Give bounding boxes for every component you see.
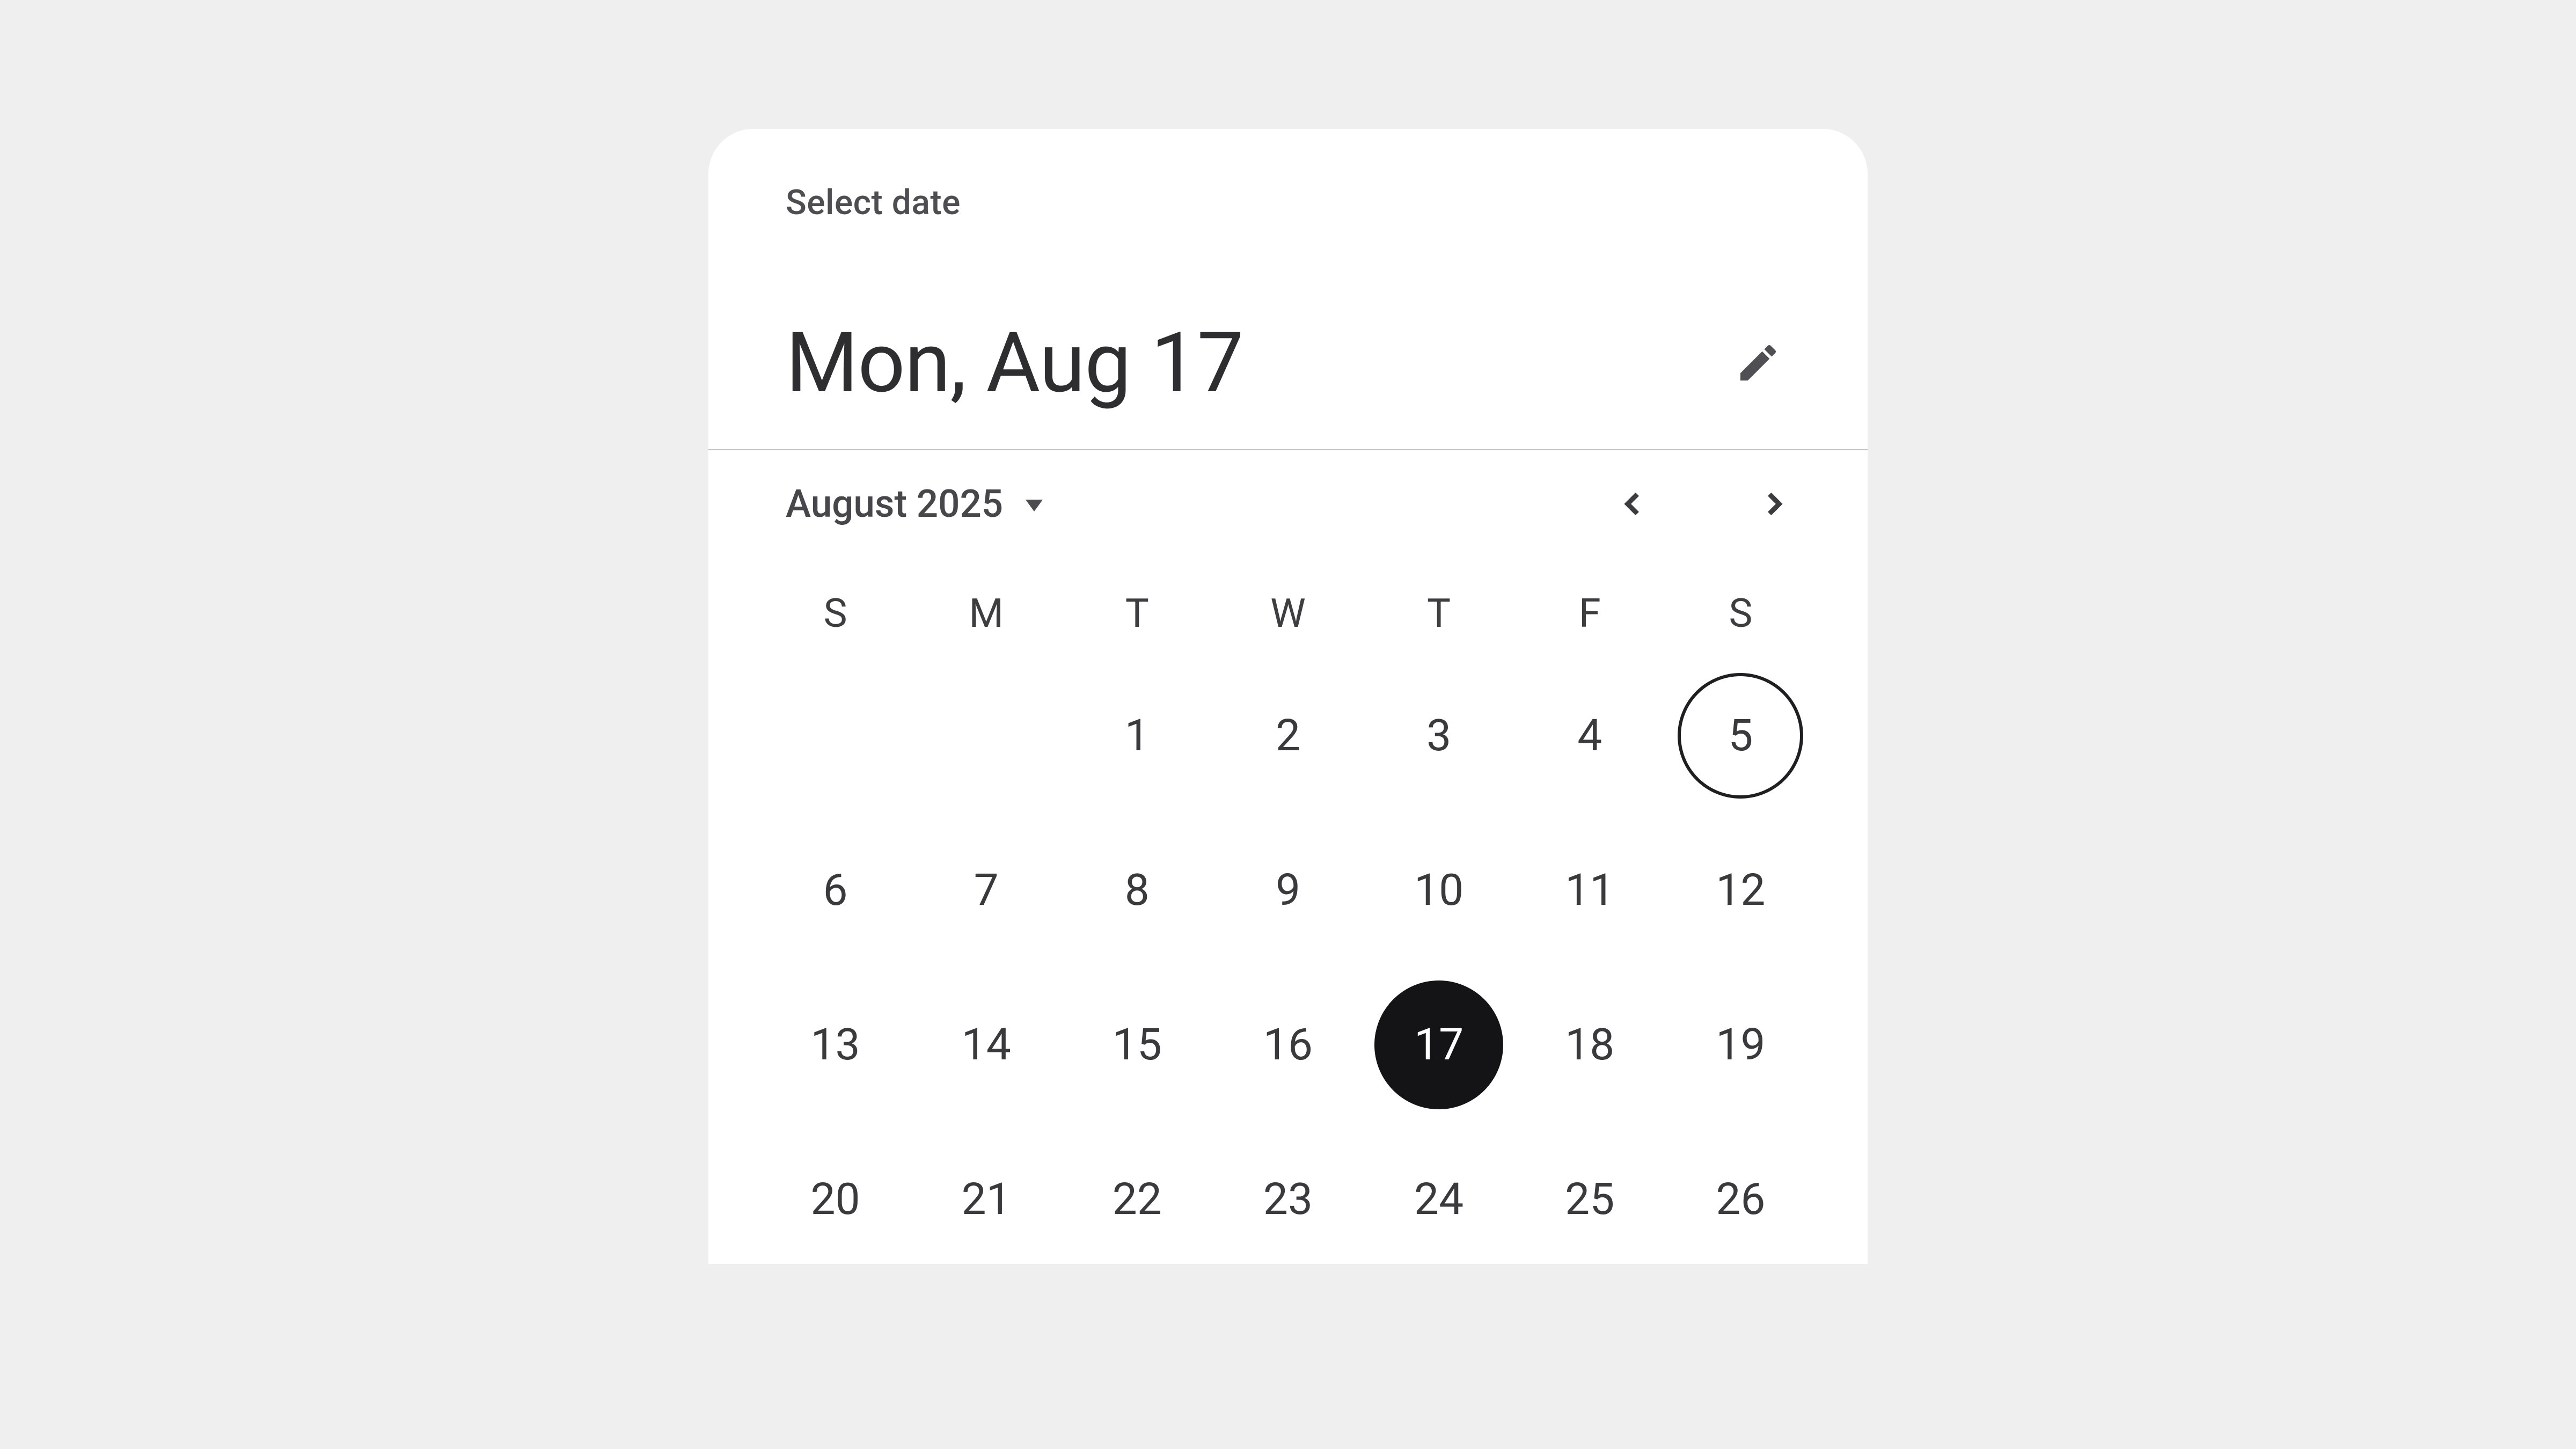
calendar-day[interactable]: 11 [1525, 826, 1654, 955]
calendar-day-number: 20 [810, 1174, 860, 1225]
supertitle: Select date [786, 182, 1790, 223]
calendar-day[interactable]: 6 [771, 826, 900, 955]
calendar-day-number: 2 [1276, 710, 1300, 762]
calendar-day[interactable]: 20 [771, 1135, 900, 1264]
calendar-day[interactable]: 23 [1224, 1135, 1352, 1264]
calendar-day-number: 1 [1125, 710, 1150, 762]
calendar-day-number: 11 [1565, 865, 1614, 916]
calendar-day-number: 19 [1716, 1019, 1765, 1071]
calendar-day-number: 22 [1113, 1174, 1162, 1225]
calendar-day-number: 26 [1716, 1174, 1765, 1225]
calendar-day-number: 3 [1426, 710, 1451, 762]
calendar-day[interactable]: 24 [1374, 1135, 1503, 1264]
day-of-week-header: T [1062, 581, 1212, 646]
selected-date-headline: Mon, Aug 17 [786, 314, 1243, 412]
chevron-left-icon [1619, 489, 1648, 518]
calendar-day-number: 9 [1276, 865, 1300, 916]
calendar-day-number: 14 [962, 1019, 1011, 1071]
calendar-day[interactable]: 2 [1224, 671, 1352, 800]
month-controls: August 2025 [708, 450, 1868, 536]
calendar-day-number: 16 [1263, 1019, 1313, 1071]
calendar-day-number: 6 [823, 865, 848, 916]
month-year-selector[interactable]: August 2025 [786, 482, 1043, 526]
calendar-day[interactable]: 18 [1525, 980, 1654, 1109]
chevron-right-icon [1759, 489, 1788, 518]
month-nav-arrows [1601, 472, 1805, 536]
month-year-label: August 2025 [786, 482, 1003, 526]
calendar-day[interactable]: 4 [1525, 671, 1654, 800]
dropdown-triangle-icon [1026, 500, 1043, 511]
headline-row: Mon, Aug 17 [786, 314, 1790, 412]
calendar-day-number: 15 [1113, 1019, 1162, 1071]
calendar-day[interactable]: 10 [1374, 826, 1503, 955]
calendar-empty-cell [771, 671, 900, 800]
calendar-day-number: 18 [1565, 1019, 1614, 1071]
day-of-week-header: S [760, 581, 911, 646]
day-of-week-header: W [1212, 581, 1363, 646]
calendar-day-number: 4 [1577, 710, 1602, 762]
calendar-day-number: 25 [1565, 1174, 1614, 1225]
calendar-day-number: 7 [974, 865, 999, 916]
calendar-day-number: 10 [1414, 865, 1463, 916]
calendar-day-number: 21 [962, 1174, 1011, 1225]
calendar-grid: SMTWTFS123456789101112131415161718192021… [708, 536, 1868, 1264]
calendar-day-number: 23 [1263, 1174, 1313, 1225]
calendar-day[interactable]: 26 [1676, 1135, 1805, 1264]
edit-date-button[interactable] [1726, 331, 1790, 395]
next-month-button[interactable] [1741, 472, 1805, 536]
calendar-day[interactable]: 17 [1374, 980, 1503, 1109]
calendar-day[interactable]: 22 [1073, 1135, 1202, 1264]
calendar-day[interactable]: 3 [1374, 671, 1503, 800]
calendar-day[interactable]: 25 [1525, 1135, 1654, 1264]
calendar-day[interactable]: 9 [1224, 826, 1352, 955]
day-of-week-header: S [1665, 581, 1816, 646]
date-picker-dialog: Select date Mon, Aug 17 August 2025 [708, 129, 1868, 1264]
calendar-day[interactable]: 14 [922, 980, 1051, 1109]
calendar-day[interactable]: 19 [1676, 980, 1805, 1109]
calendar-day[interactable]: 15 [1073, 980, 1202, 1109]
pencil-icon [1735, 339, 1782, 386]
calendar-day[interactable]: 7 [922, 826, 1051, 955]
calendar-day-number: 13 [810, 1019, 860, 1071]
calendar-day[interactable]: 5 [1676, 671, 1805, 800]
calendar-day-number: 17 [1414, 1019, 1463, 1071]
calendar-day-number: 12 [1716, 865, 1765, 916]
calendar-day-number: 5 [1728, 710, 1753, 762]
previous-month-button[interactable] [1601, 472, 1666, 536]
day-of-week-header: T [1364, 581, 1514, 646]
calendar-day[interactable]: 16 [1224, 980, 1352, 1109]
calendar-day-number: 8 [1125, 865, 1150, 916]
calendar-day[interactable]: 21 [922, 1135, 1051, 1264]
date-picker-header: Select date Mon, Aug 17 [708, 129, 1868, 450]
day-of-week-header: M [911, 581, 1062, 646]
calendar-day[interactable]: 12 [1676, 826, 1805, 955]
calendar-day-number: 24 [1414, 1174, 1463, 1225]
day-of-week-header: F [1514, 581, 1665, 646]
calendar-empty-cell [922, 671, 1051, 800]
calendar-day[interactable]: 13 [771, 980, 900, 1109]
calendar-day[interactable]: 8 [1073, 826, 1202, 955]
calendar-day[interactable]: 1 [1073, 671, 1202, 800]
